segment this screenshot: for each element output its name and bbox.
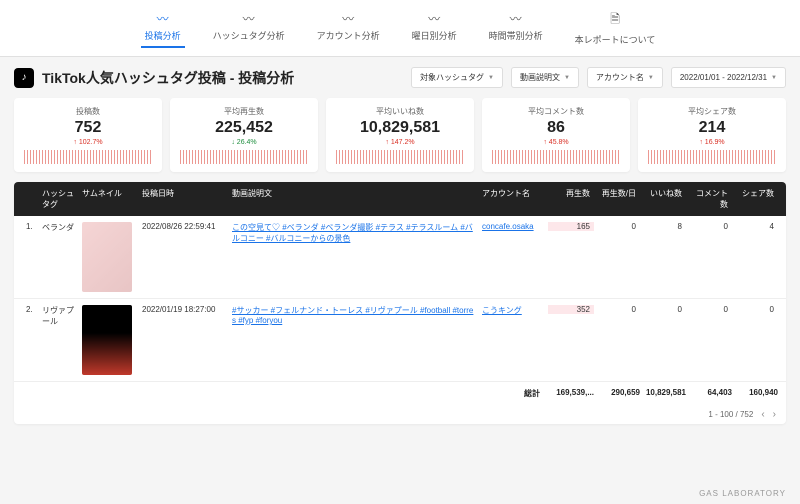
description-link[interactable]: #サッカー #フェルナンド・トーレス #リヴァプール #football #to… xyxy=(232,306,473,325)
account-link[interactable]: こうキング xyxy=(482,306,522,315)
tab-account-analysis[interactable]: 〰アカウント分析 xyxy=(313,8,384,48)
page-title: TikTok人気ハッシュタグ投稿 - 投稿分析 xyxy=(42,68,294,88)
chevron-down-icon: ▼ xyxy=(771,75,777,81)
chevron-down-icon: ▼ xyxy=(488,75,494,81)
table-footer: 総計 169,539,... 290,659 10,829,581 64,403… xyxy=(14,382,786,405)
table-row[interactable]: 2. リヴァプール 2022/01/19 18:27:00 #サッカー #フェル… xyxy=(14,299,786,382)
chevron-down-icon: ▼ xyxy=(648,75,654,81)
nav-tabs: 〰投稿分析 〰ハッシュタグ分析 〰アカウント分析 〰曜日別分析 〰時間帯別分析 … xyxy=(0,0,800,57)
filter-description[interactable]: 動画説明文▼ xyxy=(511,67,579,88)
tab-weekday-analysis[interactable]: 〰曜日別分析 xyxy=(408,8,461,48)
kpi-avg-comments: 平均コメント数 86 ↑ 45.8% xyxy=(482,98,630,172)
tab-about-report[interactable]: 🗎本レポートについて xyxy=(571,8,660,48)
page-range: 1 - 100 / 752 xyxy=(708,410,753,419)
chart-icon: 〰 xyxy=(243,10,255,27)
chart-icon: 〰 xyxy=(510,10,522,27)
filter-account[interactable]: アカウント名▼ xyxy=(587,67,663,88)
tiktok-logo-icon: ♪ xyxy=(14,68,34,88)
arrow-up-icon: ↑ xyxy=(543,139,547,146)
tab-hashtag-analysis[interactable]: 〰ハッシュタグ分析 xyxy=(209,8,289,48)
sparkline xyxy=(648,150,776,164)
kpi-avg-plays: 平均再生数 225,452 ↓ 26.4% xyxy=(170,98,318,172)
arrow-up-icon: ↑ xyxy=(385,139,389,146)
arrow-down-icon: ↓ xyxy=(231,139,235,146)
pagination: 1 - 100 / 752 ‹ › xyxy=(14,405,786,424)
chart-icon: 〰 xyxy=(428,10,440,27)
sparkline xyxy=(180,150,308,164)
next-page-button[interactable]: › xyxy=(773,409,776,420)
thumbnail[interactable] xyxy=(82,305,132,375)
account-link[interactable]: concafe.osaka xyxy=(482,222,534,231)
tab-post-analysis[interactable]: 〰投稿分析 xyxy=(141,8,185,48)
arrow-up-icon: ↑ xyxy=(73,139,77,146)
table-header: ハッシュタグ サムネイル 投稿日時 動画説明文 アカウント名 再生数 再生数/日… xyxy=(14,182,786,216)
kpi-row: 投稿数 752 ↑ 102.7% 平均再生数 225,452 ↓ 26.4% 平… xyxy=(14,98,786,172)
posts-table: ハッシュタグ サムネイル 投稿日時 動画説明文 アカウント名 再生数 再生数/日… xyxy=(14,182,786,424)
sparkline xyxy=(336,150,464,164)
filter-hashtag[interactable]: 対象ハッシュタグ▼ xyxy=(411,67,503,88)
filter-date-range[interactable]: 2022/01/01 - 2022/12/31▼ xyxy=(671,67,786,88)
table-row[interactable]: 1. ベランダ 2022/08/26 22:59:41 この空見て♡ #ベランダ… xyxy=(14,216,786,299)
sparkline xyxy=(492,150,620,164)
chevron-down-icon: ▼ xyxy=(564,75,570,81)
chart-icon: 〰 xyxy=(342,10,354,27)
kpi-posts: 投稿数 752 ↑ 102.7% xyxy=(14,98,162,172)
kpi-avg-likes: 平均いいね数 10,829,581 ↑ 147.2% xyxy=(326,98,474,172)
arrow-up-icon: ↑ xyxy=(699,139,703,146)
thumbnail[interactable] xyxy=(82,222,132,292)
chart-icon: 〰 xyxy=(157,10,169,27)
prev-page-button[interactable]: ‹ xyxy=(761,409,764,420)
sparkline xyxy=(24,150,152,164)
description-link[interactable]: この空見て♡ #ベランダ #ベランダ撮影 #テラス #テラスルーム #バルコニー… xyxy=(232,223,473,243)
document-icon: 🗎 xyxy=(610,10,620,31)
footer-brand: GAS LABORATORY xyxy=(699,489,786,498)
kpi-avg-shares: 平均シェア数 214 ↑ 16.9% xyxy=(638,98,786,172)
tab-hour-analysis[interactable]: 〰時間帯別分析 xyxy=(485,8,547,48)
